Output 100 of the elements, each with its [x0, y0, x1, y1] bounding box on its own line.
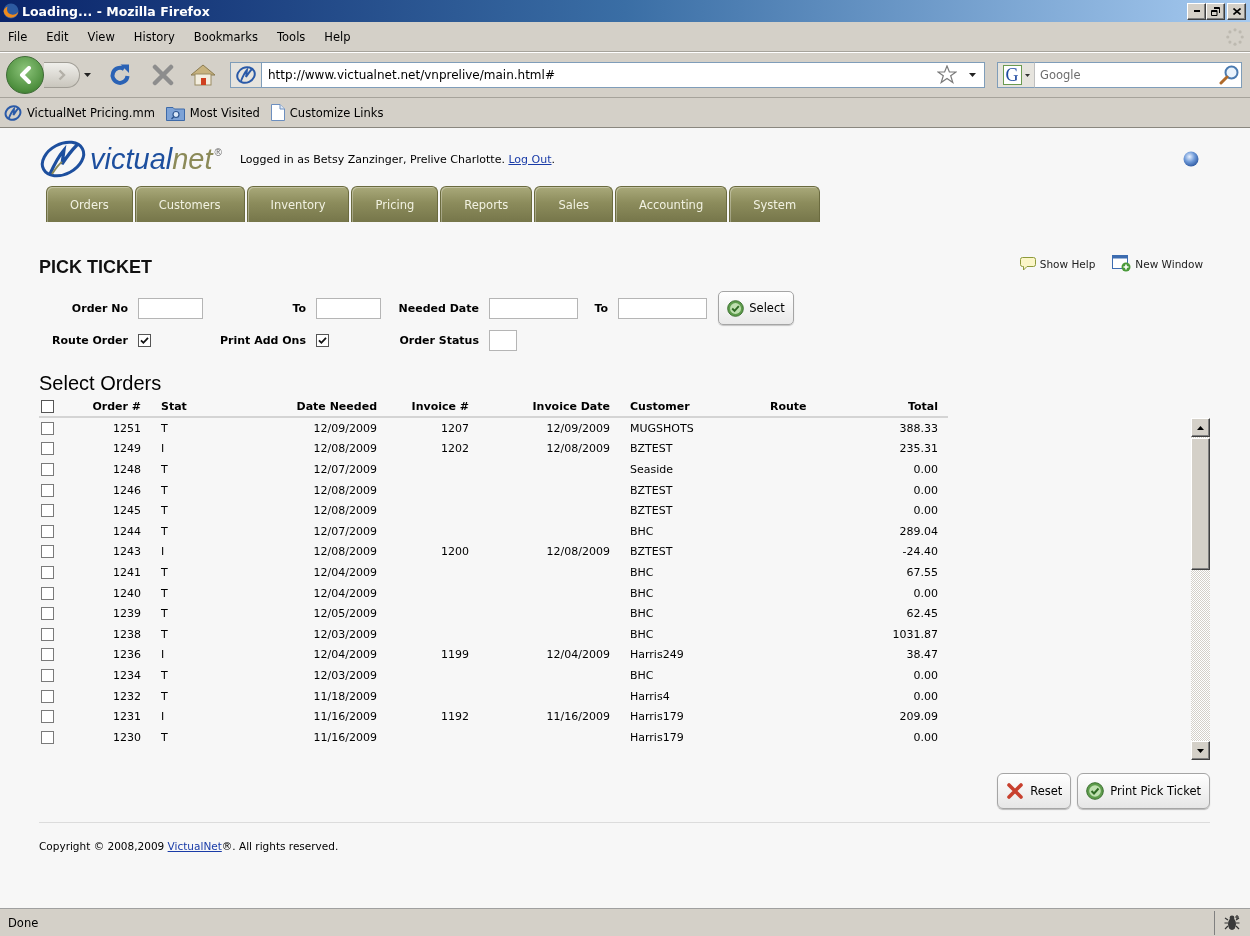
- menu-item[interactable]: Help: [324, 29, 351, 44]
- row-checkbox[interactable]: [41, 442, 54, 456]
- star-icon[interactable]: [937, 65, 957, 84]
- table-cell: 1192: [441, 710, 469, 724]
- column-header[interactable]: Date Needed: [296, 400, 377, 413]
- column-header[interactable]: Invoice #: [411, 400, 469, 413]
- table-cell: 1245: [113, 504, 141, 518]
- menu-item[interactable]: File: [8, 29, 28, 44]
- menu-item[interactable]: History: [133, 29, 175, 44]
- search-engine-button[interactable]: G: [997, 62, 1035, 88]
- row-checkbox[interactable]: [41, 689, 54, 703]
- checkbox[interactable]: [316, 333, 329, 347]
- close-button[interactable]: [1227, 2, 1246, 20]
- select-button[interactable]: Select: [718, 291, 794, 325]
- select-all-checkbox[interactable]: [41, 400, 54, 413]
- text-field[interactable]: [618, 297, 707, 319]
- row-checkbox[interactable]: [41, 710, 54, 724]
- logout-link[interactable]: Log Out: [508, 152, 552, 166]
- bookmark-item[interactable]: VictualNet Pricing.mm: [4, 103, 155, 122]
- row-checkbox[interactable]: [41, 524, 54, 538]
- caret-icon[interactable]: [84, 73, 91, 77]
- scrollbar-thumb[interactable]: [1191, 438, 1210, 570]
- table-cell: BHC: [630, 565, 654, 579]
- page-link[interactable]: Show Help: [1019, 255, 1096, 272]
- row-checkbox[interactable]: [41, 565, 54, 579]
- table-cell: T: [161, 730, 168, 744]
- table-cell: 11/16/2009: [546, 710, 610, 724]
- table-cell: 11/18/2009: [313, 689, 377, 703]
- menu-item[interactable]: Tools: [277, 29, 306, 44]
- table-cell: 12/07/2009: [313, 463, 377, 476]
- table-cell: T: [161, 668, 168, 682]
- column-header[interactable]: Route: [770, 400, 807, 413]
- text-field[interactable]: [316, 297, 381, 319]
- table-cell: T: [161, 421, 168, 435]
- table-cell: 1238: [113, 627, 141, 641]
- caret-icon[interactable]: [969, 72, 976, 77]
- url-field[interactable]: http://www.victualnet.net/vnprelive/main.html#: [262, 62, 985, 88]
- bookmark-item[interactable]: Customize Links: [270, 104, 384, 121]
- table-cell: 289.04: [899, 524, 938, 538]
- cross-icon: [1006, 782, 1025, 800]
- stop-icon[interactable]: [152, 64, 174, 86]
- checkbox[interactable]: [138, 333, 151, 347]
- table-cell: 0.00: [913, 586, 938, 600]
- table-cell: 1231: [113, 710, 141, 724]
- text-field[interactable]: [138, 297, 203, 319]
- row-checkbox[interactable]: [41, 730, 54, 744]
- swoosh-logo-icon: [38, 138, 88, 180]
- scroll-up-button[interactable]: [1191, 418, 1210, 437]
- menu-item[interactable]: Bookmarks: [193, 29, 258, 44]
- row-checkbox[interactable]: [41, 648, 54, 662]
- folder-icon: [165, 104, 185, 121]
- search-icon[interactable]: [1219, 65, 1239, 85]
- restore-button[interactable]: [1206, 2, 1225, 20]
- table-cell: 1243: [113, 545, 141, 559]
- row-checkbox[interactable]: [41, 421, 54, 435]
- menu-item[interactable]: Edit: [46, 29, 69, 44]
- bookmark-item[interactable]: Most Visited: [165, 104, 260, 121]
- column-header[interactable]: Customer: [630, 400, 690, 413]
- throbber-icon: [1226, 27, 1244, 46]
- sphere-icon[interactable]: [1183, 151, 1199, 167]
- search-field[interactable]: Google: [1035, 62, 1242, 88]
- text-field[interactable]: [489, 297, 578, 319]
- column-header[interactable]: Order #: [92, 400, 141, 413]
- row-checkbox[interactable]: [41, 586, 54, 600]
- row-checkbox[interactable]: [41, 607, 54, 621]
- field-label: Order No: [71, 301, 128, 315]
- back-button[interactable]: [6, 56, 44, 94]
- row-checkbox[interactable]: [41, 545, 54, 559]
- table-cell: BHC: [630, 668, 654, 682]
- home-icon[interactable]: [190, 64, 216, 86]
- print-button[interactable]: Print Pick Ticket: [1077, 773, 1210, 809]
- column-header[interactable]: Stat: [161, 400, 187, 413]
- menu-item[interactable]: View: [87, 29, 115, 44]
- reset-button[interactable]: Reset: [997, 773, 1072, 809]
- site-logo-icon[interactable]: [230, 62, 262, 88]
- minimize-button[interactable]: [1187, 2, 1206, 20]
- row-checkbox[interactable]: [41, 504, 54, 518]
- check-circle-icon: [1086, 782, 1105, 800]
- column-header[interactable]: Invoice Date: [532, 400, 610, 413]
- column-header[interactable]: Total: [907, 400, 938, 413]
- table-cell: 67.55: [906, 565, 938, 579]
- row-checkbox[interactable]: [41, 463, 54, 476]
- row-checkbox[interactable]: [41, 627, 54, 641]
- scroll-down-button[interactable]: [1191, 741, 1210, 760]
- text-field[interactable]: [489, 329, 517, 351]
- table-cell: 1249: [113, 442, 141, 456]
- victualnet-link[interactable]: VictualNet: [167, 840, 222, 852]
- table-cell: 62.45: [906, 607, 938, 621]
- field-label: Print Add Ons: [220, 333, 306, 347]
- table-cell: 12/08/2009: [313, 483, 377, 497]
- caret-icon: [1024, 73, 1030, 77]
- table-cell: BHC: [630, 627, 654, 641]
- table-cell: 38.47: [906, 648, 938, 662]
- reload-icon[interactable]: [108, 63, 132, 87]
- bug-icon[interactable]: [1222, 913, 1241, 932]
- table-cell: 235.31: [899, 442, 938, 456]
- row-checkbox[interactable]: [41, 668, 54, 682]
- copyright-text: Copyright © 2008,2009 VictualNet®. All rights reserved.: [39, 840, 339, 852]
- page-link[interactable]: New Window: [1112, 255, 1203, 272]
- row-checkbox[interactable]: [41, 483, 54, 497]
